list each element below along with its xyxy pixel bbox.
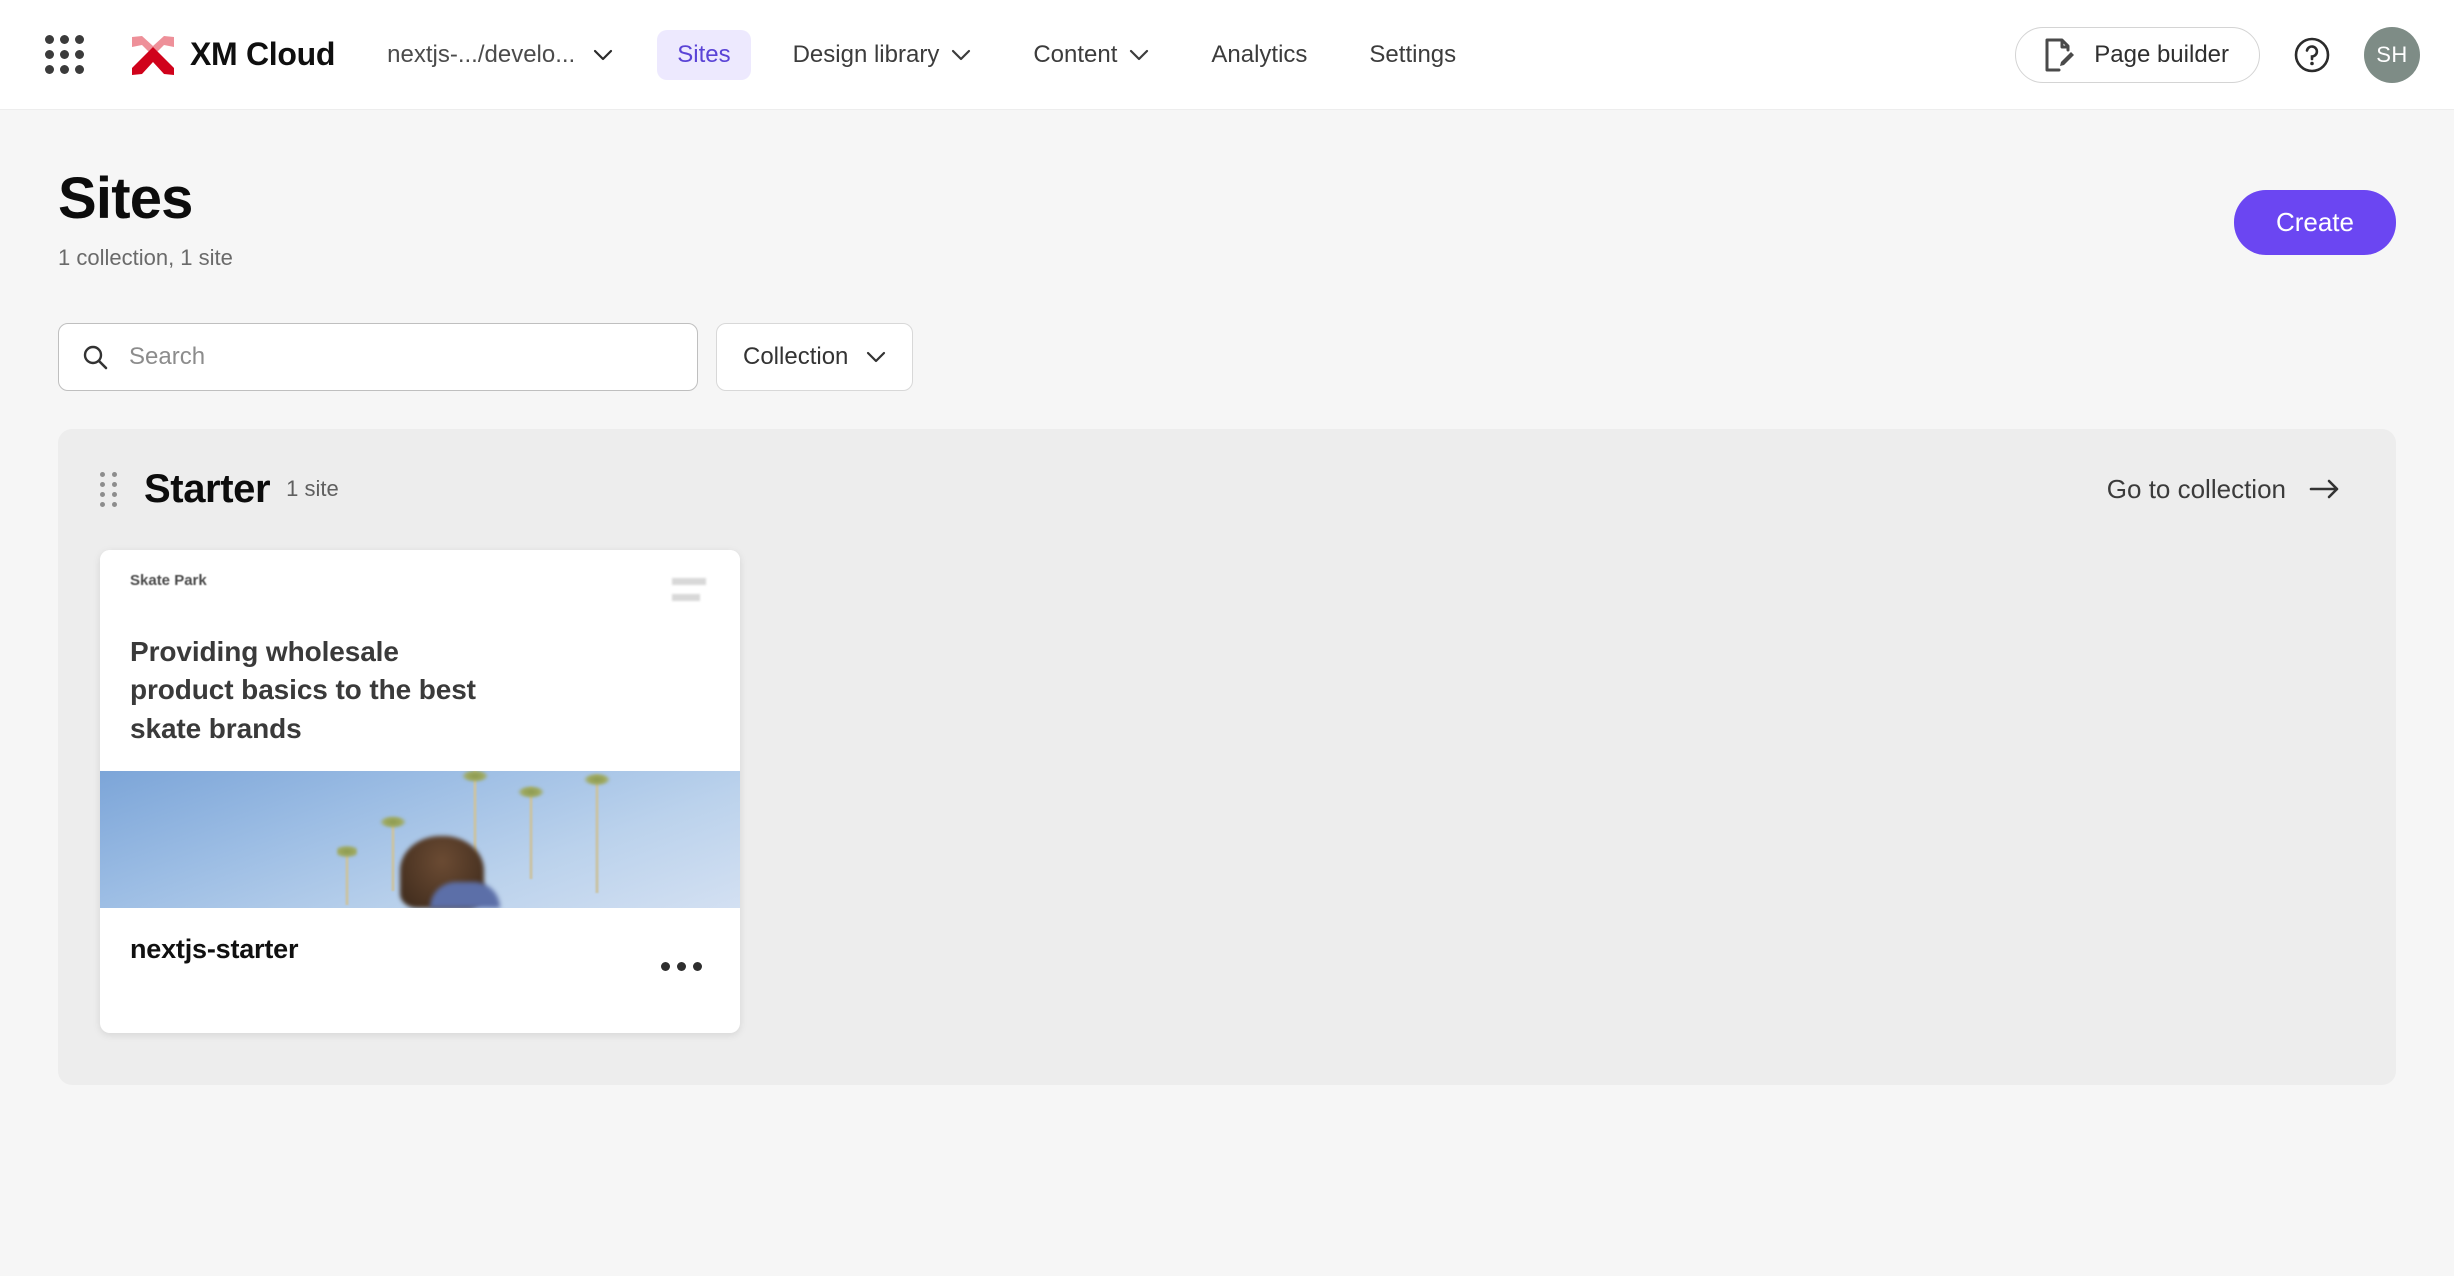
nav-item-label: Content bbox=[1033, 41, 1117, 69]
preview-hero-image bbox=[100, 771, 740, 908]
preview-headline: Providing wholesale product basics to th… bbox=[100, 601, 530, 749]
chevron-down-icon bbox=[593, 49, 613, 61]
drag-dots-icon[interactable] bbox=[100, 472, 118, 507]
collection-panel: Starter 1 site Go to collection Skate Pa… bbox=[58, 429, 2396, 1085]
go-to-collection-label: Go to collection bbox=[2107, 474, 2286, 505]
site-name: nextjs-starter bbox=[130, 934, 298, 965]
collection-header: Starter 1 site Go to collection bbox=[100, 467, 2354, 512]
preview-header: Skate Park bbox=[100, 550, 740, 601]
more-options-icon[interactable] bbox=[655, 956, 708, 977]
search-box[interactable] bbox=[58, 323, 698, 391]
brand-name: XM Cloud bbox=[190, 36, 335, 73]
chevron-down-icon bbox=[1129, 49, 1149, 61]
nav-item-label: Settings bbox=[1369, 41, 1456, 69]
nav-item-sites[interactable]: Sites bbox=[657, 30, 750, 80]
main-nav: Sites Design library Content Analytics S… bbox=[657, 30, 1498, 80]
page-builder-button[interactable]: Page builder bbox=[2015, 27, 2260, 83]
question-circle-icon bbox=[2292, 35, 2332, 75]
chevron-down-icon bbox=[866, 351, 886, 363]
create-button[interactable]: Create bbox=[2234, 190, 2396, 255]
person-shoulder bbox=[430, 882, 500, 908]
preview-nav-placeholders bbox=[672, 572, 706, 601]
palm-tree-icon bbox=[580, 775, 614, 893]
palm-tree-icon bbox=[336, 851, 358, 905]
site-card-footer: nextjs-starter bbox=[100, 908, 740, 1033]
filters-row: Collection bbox=[58, 323, 2396, 391]
site-preview-thumbnail: Skate Park Providing wholesale product b… bbox=[100, 550, 740, 908]
nav-item-analytics[interactable]: Analytics bbox=[1191, 30, 1327, 80]
nav-item-label: Analytics bbox=[1211, 41, 1307, 69]
help-button[interactable] bbox=[2290, 33, 2334, 77]
page-title-block: Sites 1 collection, 1 site bbox=[58, 168, 233, 271]
brand-home-link[interactable]: XM Cloud bbox=[130, 34, 335, 76]
top-navigation-bar: XM Cloud nextjs-.../develo... Sites Desi… bbox=[0, 0, 2454, 110]
page-builder-label: Page builder bbox=[2094, 41, 2229, 69]
sitecore-logo-icon bbox=[130, 34, 176, 76]
site-card[interactable]: Skate Park Providing wholesale product b… bbox=[100, 550, 740, 1033]
site-card-list: Skate Park Providing wholesale product b… bbox=[100, 550, 2354, 1033]
collection-filter-button[interactable]: Collection bbox=[716, 323, 913, 391]
arrow-right-icon bbox=[2308, 477, 2342, 501]
chevron-down-icon bbox=[951, 49, 971, 61]
palm-tree-icon bbox=[513, 787, 549, 879]
tenant-label: nextjs-.../develo... bbox=[387, 41, 575, 69]
collection-filter-label: Collection bbox=[743, 343, 848, 371]
collection-name: Starter bbox=[144, 467, 270, 512]
nav-item-content[interactable]: Content bbox=[1013, 30, 1169, 80]
collection-count: 1 site bbox=[286, 476, 339, 502]
page-content: Sites 1 collection, 1 site Create Collec… bbox=[0, 110, 2454, 1085]
page-header: Sites 1 collection, 1 site Create bbox=[58, 110, 2396, 271]
page-title: Sites bbox=[58, 168, 233, 231]
nav-item-label: Sites bbox=[677, 41, 730, 69]
preview-logo-text: Skate Park bbox=[130, 572, 207, 589]
go-to-collection-link[interactable]: Go to collection bbox=[2107, 474, 2354, 505]
nav-item-settings[interactable]: Settings bbox=[1349, 30, 1476, 80]
grid-apps-icon[interactable] bbox=[38, 29, 90, 81]
topbar-actions: Page builder SH bbox=[2015, 27, 2424, 83]
user-avatar[interactable]: SH bbox=[2364, 27, 2420, 83]
nav-item-label: Design library bbox=[793, 41, 940, 69]
search-icon bbox=[81, 343, 109, 371]
search-input[interactable] bbox=[129, 324, 675, 390]
nav-item-design-library[interactable]: Design library bbox=[773, 30, 992, 80]
document-edit-icon bbox=[2042, 37, 2076, 73]
avatar-initials: SH bbox=[2376, 42, 2408, 68]
tenant-selector[interactable]: nextjs-.../develo... bbox=[387, 41, 613, 69]
page-subtitle: 1 collection, 1 site bbox=[58, 245, 233, 271]
